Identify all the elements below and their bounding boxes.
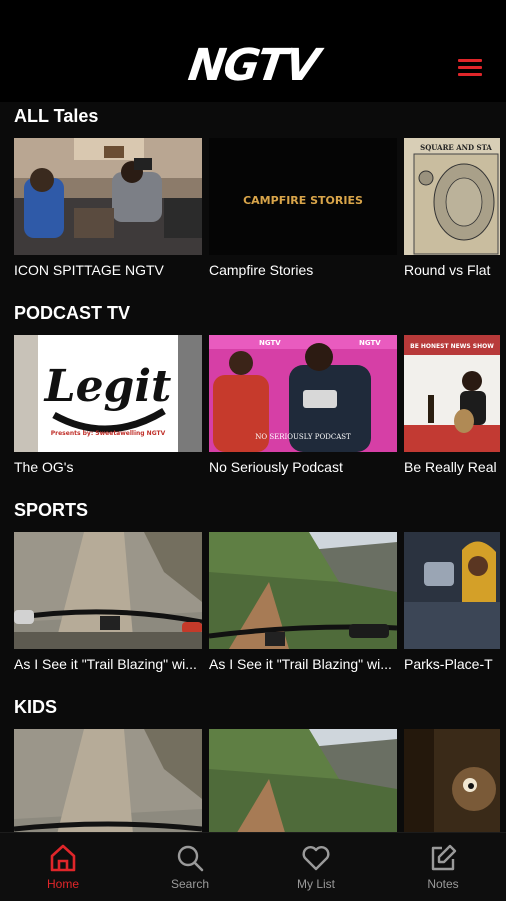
video-card[interactable]: As I See it "Trail Blazing" wi... <box>14 532 202 672</box>
section-title: PODCAST TV <box>14 303 131 323</box>
video-card[interactable] <box>404 729 506 832</box>
video-card[interactable]: As I See it "Trail Blazing" wi... <box>209 532 397 672</box>
edit-note-icon <box>431 844 457 871</box>
video-card[interactable]: Legit Presents by: Sweetawelling NGTV Th… <box>14 335 202 475</box>
heart-icon <box>302 846 330 871</box>
carousel-row[interactable]: Legit Presents by: Sweetawelling NGTV Th… <box>0 335 506 495</box>
video-thumbnail: NGTV NGTV NO SERIOUSLY PODCAST <box>209 335 397 452</box>
video-card[interactable]: Parks-Place-T <box>404 532 506 672</box>
nav-home[interactable]: Home <box>0 833 126 901</box>
video-title: Parks-Place-T <box>404 656 493 672</box>
nav-my-list[interactable]: My List <box>253 833 379 901</box>
no-seriously-thumb-text: NO SERIOUSLY PODCAST <box>255 433 351 441</box>
video-card[interactable] <box>14 729 202 832</box>
nav-search[interactable]: Search <box>127 833 253 901</box>
video-card[interactable]: NGTV NGTV NO SERIOUSLY PODCAST No Seriou… <box>209 335 397 475</box>
video-thumbnail: BE HONEST NEWS SHOW <box>404 335 500 452</box>
video-title: ICON SPITTAGE NGTV <box>14 262 164 278</box>
video-title: No Seriously Podcast <box>209 459 343 475</box>
video-thumbnail <box>404 729 500 832</box>
ngtv-badge-text-2: NGTV <box>359 339 381 347</box>
section-title: ALL Tales <box>14 106 99 126</box>
video-thumbnail: SQUARE AND STA <box>404 138 500 255</box>
video-card[interactable]: BE HONEST NEWS SHOW Be Really Real <box>404 335 506 475</box>
honest-show-thumb-text: BE HONEST NEWS SHOW <box>410 343 494 350</box>
video-thumbnail <box>14 532 202 649</box>
video-title: The OG's <box>14 459 74 475</box>
video-thumbnail <box>14 729 202 832</box>
ngtv-logo[interactable]: NGTV <box>0 40 506 92</box>
bottom-navigation: Home Search My List Notes <box>0 832 506 901</box>
carousel-row[interactable]: As I See it "Trail Blazing" wi... As I S… <box>0 532 506 692</box>
nav-notes[interactable]: Notes <box>380 833 506 901</box>
carousel-row[interactable] <box>0 729 506 832</box>
video-thumbnail: CAMPFIRE STORIES <box>209 138 397 255</box>
legit-sub-text: Presents by: Sweetawelling NGTV <box>51 430 166 437</box>
carousel-row[interactable]: ICON SPITTAGE NGTV CAMPFIRE STORIES Camp… <box>0 138 506 298</box>
section-title: SPORTS <box>14 500 89 520</box>
video-title: As I See it "Trail Blazing" wi... <box>14 656 197 672</box>
nav-label-notes: Notes <box>427 877 459 891</box>
video-card[interactable]: SQUARE AND STA Round vs Flat <box>404 138 506 278</box>
video-card[interactable] <box>209 729 397 832</box>
hamburger-menu-icon[interactable] <box>458 58 482 78</box>
video-thumbnail <box>209 532 397 649</box>
nav-label-home: Home <box>46 877 79 891</box>
video-title: Be Really Real <box>404 459 497 475</box>
video-title: Round vs Flat <box>404 262 491 278</box>
video-title: As I See it "Trail Blazing" wi... <box>209 656 392 672</box>
video-title: Campfire Stories <box>209 262 314 278</box>
video-thumbnail: Legit Presents by: Sweetawelling NGTV <box>14 335 202 452</box>
content-feed[interactable]: ALL Tales ICON SPITTAGE NGTV CAMPFIRE ST… <box>0 102 506 832</box>
ngtv-badge-text: NGTV <box>259 339 281 347</box>
top-bar: NGTV <box>0 0 506 102</box>
nav-label-my-list: My List <box>296 877 335 891</box>
square-thumb-text: SQUARE AND STA <box>420 143 492 152</box>
video-card[interactable]: CAMPFIRE STORIES Campfire Stories <box>209 138 397 278</box>
home-icon <box>50 844 76 872</box>
video-card[interactable]: ICON SPITTAGE NGTV <box>14 138 202 278</box>
legit-thumb-text: Legit <box>43 361 172 412</box>
campfire-thumb-text: CAMPFIRE STORIES <box>243 194 363 207</box>
nav-label-search: Search <box>170 877 210 891</box>
section-title: KIDS <box>14 697 58 717</box>
search-icon <box>177 845 204 872</box>
video-thumbnail <box>404 532 500 649</box>
video-thumbnail <box>14 138 202 255</box>
video-thumbnail <box>209 729 397 832</box>
